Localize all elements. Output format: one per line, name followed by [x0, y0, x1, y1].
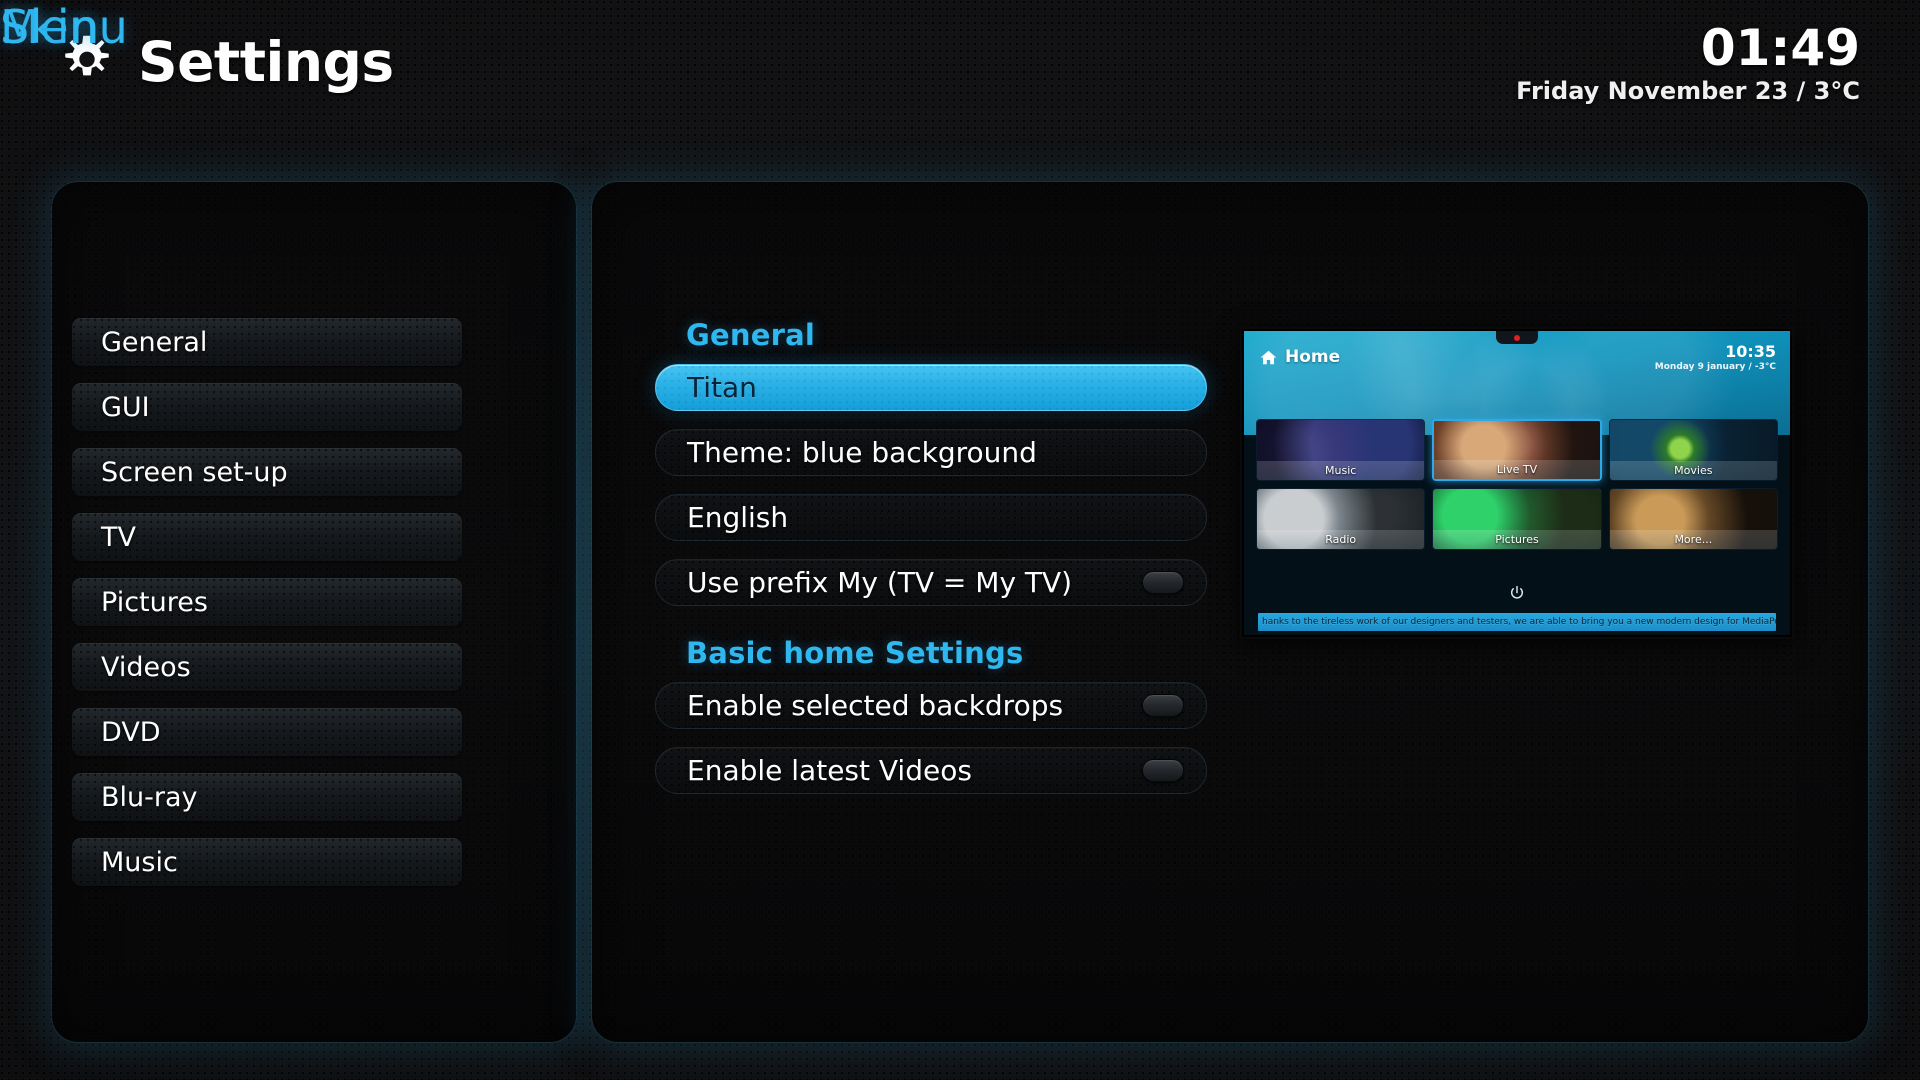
setting-row-label: Enable latest Videos — [687, 754, 972, 787]
preview-home-label: Home — [1285, 347, 1341, 367]
sidebar-item-label: Screen set-up — [101, 456, 288, 488]
power-icon — [1510, 585, 1524, 599]
section-heading: General — [686, 318, 815, 352]
clock-time: 01:49 — [1700, 19, 1860, 77]
setting-row-titan[interactable]: Titan — [655, 364, 1207, 411]
preview-tile-grid: Music Live TV Movies Radio Pictures More... — [1256, 419, 1778, 550]
setting-row-theme-blue-background[interactable]: Theme: blue background — [655, 429, 1207, 476]
sidebar-item-label: Blu-ray — [101, 781, 198, 813]
app-header: Settings 01:49 Friday November 23 / 3°C — [0, 0, 1920, 150]
app-title: Settings — [138, 30, 394, 94]
sidebar-item-blu-ray[interactable]: Blu-ray — [72, 773, 462, 821]
preview-time: 10:35 — [1725, 342, 1776, 361]
preview-record-dot-icon — [1514, 335, 1520, 341]
setting-row-use-prefix-my-tv-my-tv[interactable]: Use prefix My (TV = My TV) — [655, 559, 1207, 606]
preview-tile-label: Live TV — [1434, 460, 1600, 479]
preview-marquee: hanks to the tireless work of our design… — [1258, 613, 1776, 631]
skin-preview-screen: Home 10:35 Monday 9 january / -3°C Music… — [1244, 331, 1790, 635]
setting-row-enable-latest-videos[interactable]: Enable latest Videos — [655, 747, 1207, 794]
toggle-switch[interactable] — [1142, 759, 1184, 782]
setting-row-label: Use prefix My (TV = My TV) — [687, 566, 1073, 599]
preview-marquee-text: hanks to the tireless work of our design… — [1262, 617, 1776, 627]
header-clock: 01:49 Friday November 23 / 3°C — [1516, 22, 1860, 105]
sidebar-item-tv[interactable]: TV — [72, 513, 462, 561]
sidebar-item-label: TV — [101, 521, 136, 553]
sidebar-item-label: DVD — [101, 716, 161, 748]
section-heading: Basic home Settings — [686, 636, 1024, 670]
setting-row-label: Theme: blue background — [687, 436, 1037, 469]
setting-row-label: Titan — [687, 371, 757, 404]
menu-list: General GUI Screen set-up TV Pictures Videos D… — [72, 318, 462, 903]
sidebar-item-label: Pictures — [101, 586, 208, 618]
sidebar-item-gui[interactable]: GUI — [72, 383, 462, 431]
content-panel-heading: Skin — [0, 0, 100, 54]
sidebar-item-pictures[interactable]: Pictures — [72, 578, 462, 626]
sidebar-item-videos[interactable]: Videos — [72, 643, 462, 691]
sidebar-item-label: General — [101, 326, 208, 358]
sidebar-item-label: Music — [101, 846, 178, 878]
clock-date: Friday November 23 / 3°C — [1516, 76, 1860, 105]
setting-row-enable-selected-backdrops[interactable]: Enable selected backdrops — [655, 682, 1207, 729]
sidebar-item-music[interactable]: Music — [72, 838, 462, 886]
preview-notch — [1496, 331, 1538, 344]
setting-row-label: Enable selected backdrops — [687, 689, 1064, 722]
sidebar-item-dvd[interactable]: DVD — [72, 708, 462, 756]
toggle-switch[interactable] — [1142, 694, 1184, 717]
settings-list: General Titan Theme: blue background Englis… — [655, 318, 1207, 812]
preview-tile-radio[interactable]: Radio — [1256, 488, 1426, 550]
preview-tile-label: Radio — [1257, 530, 1425, 549]
home-icon — [1260, 350, 1277, 364]
skin-preview: Home 10:35 Monday 9 january / -3°C Music… — [1240, 327, 1794, 639]
preview-home-breadcrumb: Home — [1260, 347, 1340, 367]
preview-tile-music[interactable]: Music — [1256, 419, 1426, 481]
preview-tile-label: More... — [1609, 530, 1777, 549]
setting-row-english[interactable]: English — [655, 494, 1207, 541]
preview-clock: 10:35 Monday 9 january / -3°C — [1655, 343, 1776, 372]
sidebar-item-screen-set-up[interactable]: Screen set-up — [72, 448, 462, 496]
sidebar-item-general[interactable]: General — [72, 318, 462, 366]
preview-tile-pictures[interactable]: Pictures — [1432, 488, 1602, 550]
preview-tile-live-tv[interactable]: Live TV — [1432, 419, 1602, 481]
sidebar-item-label: GUI — [101, 391, 150, 423]
preview-tile-label: Pictures — [1433, 530, 1601, 549]
preview-tile-label: Movies — [1609, 461, 1777, 480]
preview-tile-more[interactable]: More... — [1608, 488, 1778, 550]
preview-date: Monday 9 january / -3°C — [1654, 361, 1776, 372]
sidebar-item-label: Videos — [101, 651, 191, 683]
toggle-switch[interactable] — [1142, 571, 1184, 594]
preview-tile-label: Music — [1257, 461, 1425, 480]
setting-row-label: English — [687, 501, 789, 534]
preview-tile-movies[interactable]: Movies — [1608, 419, 1778, 481]
